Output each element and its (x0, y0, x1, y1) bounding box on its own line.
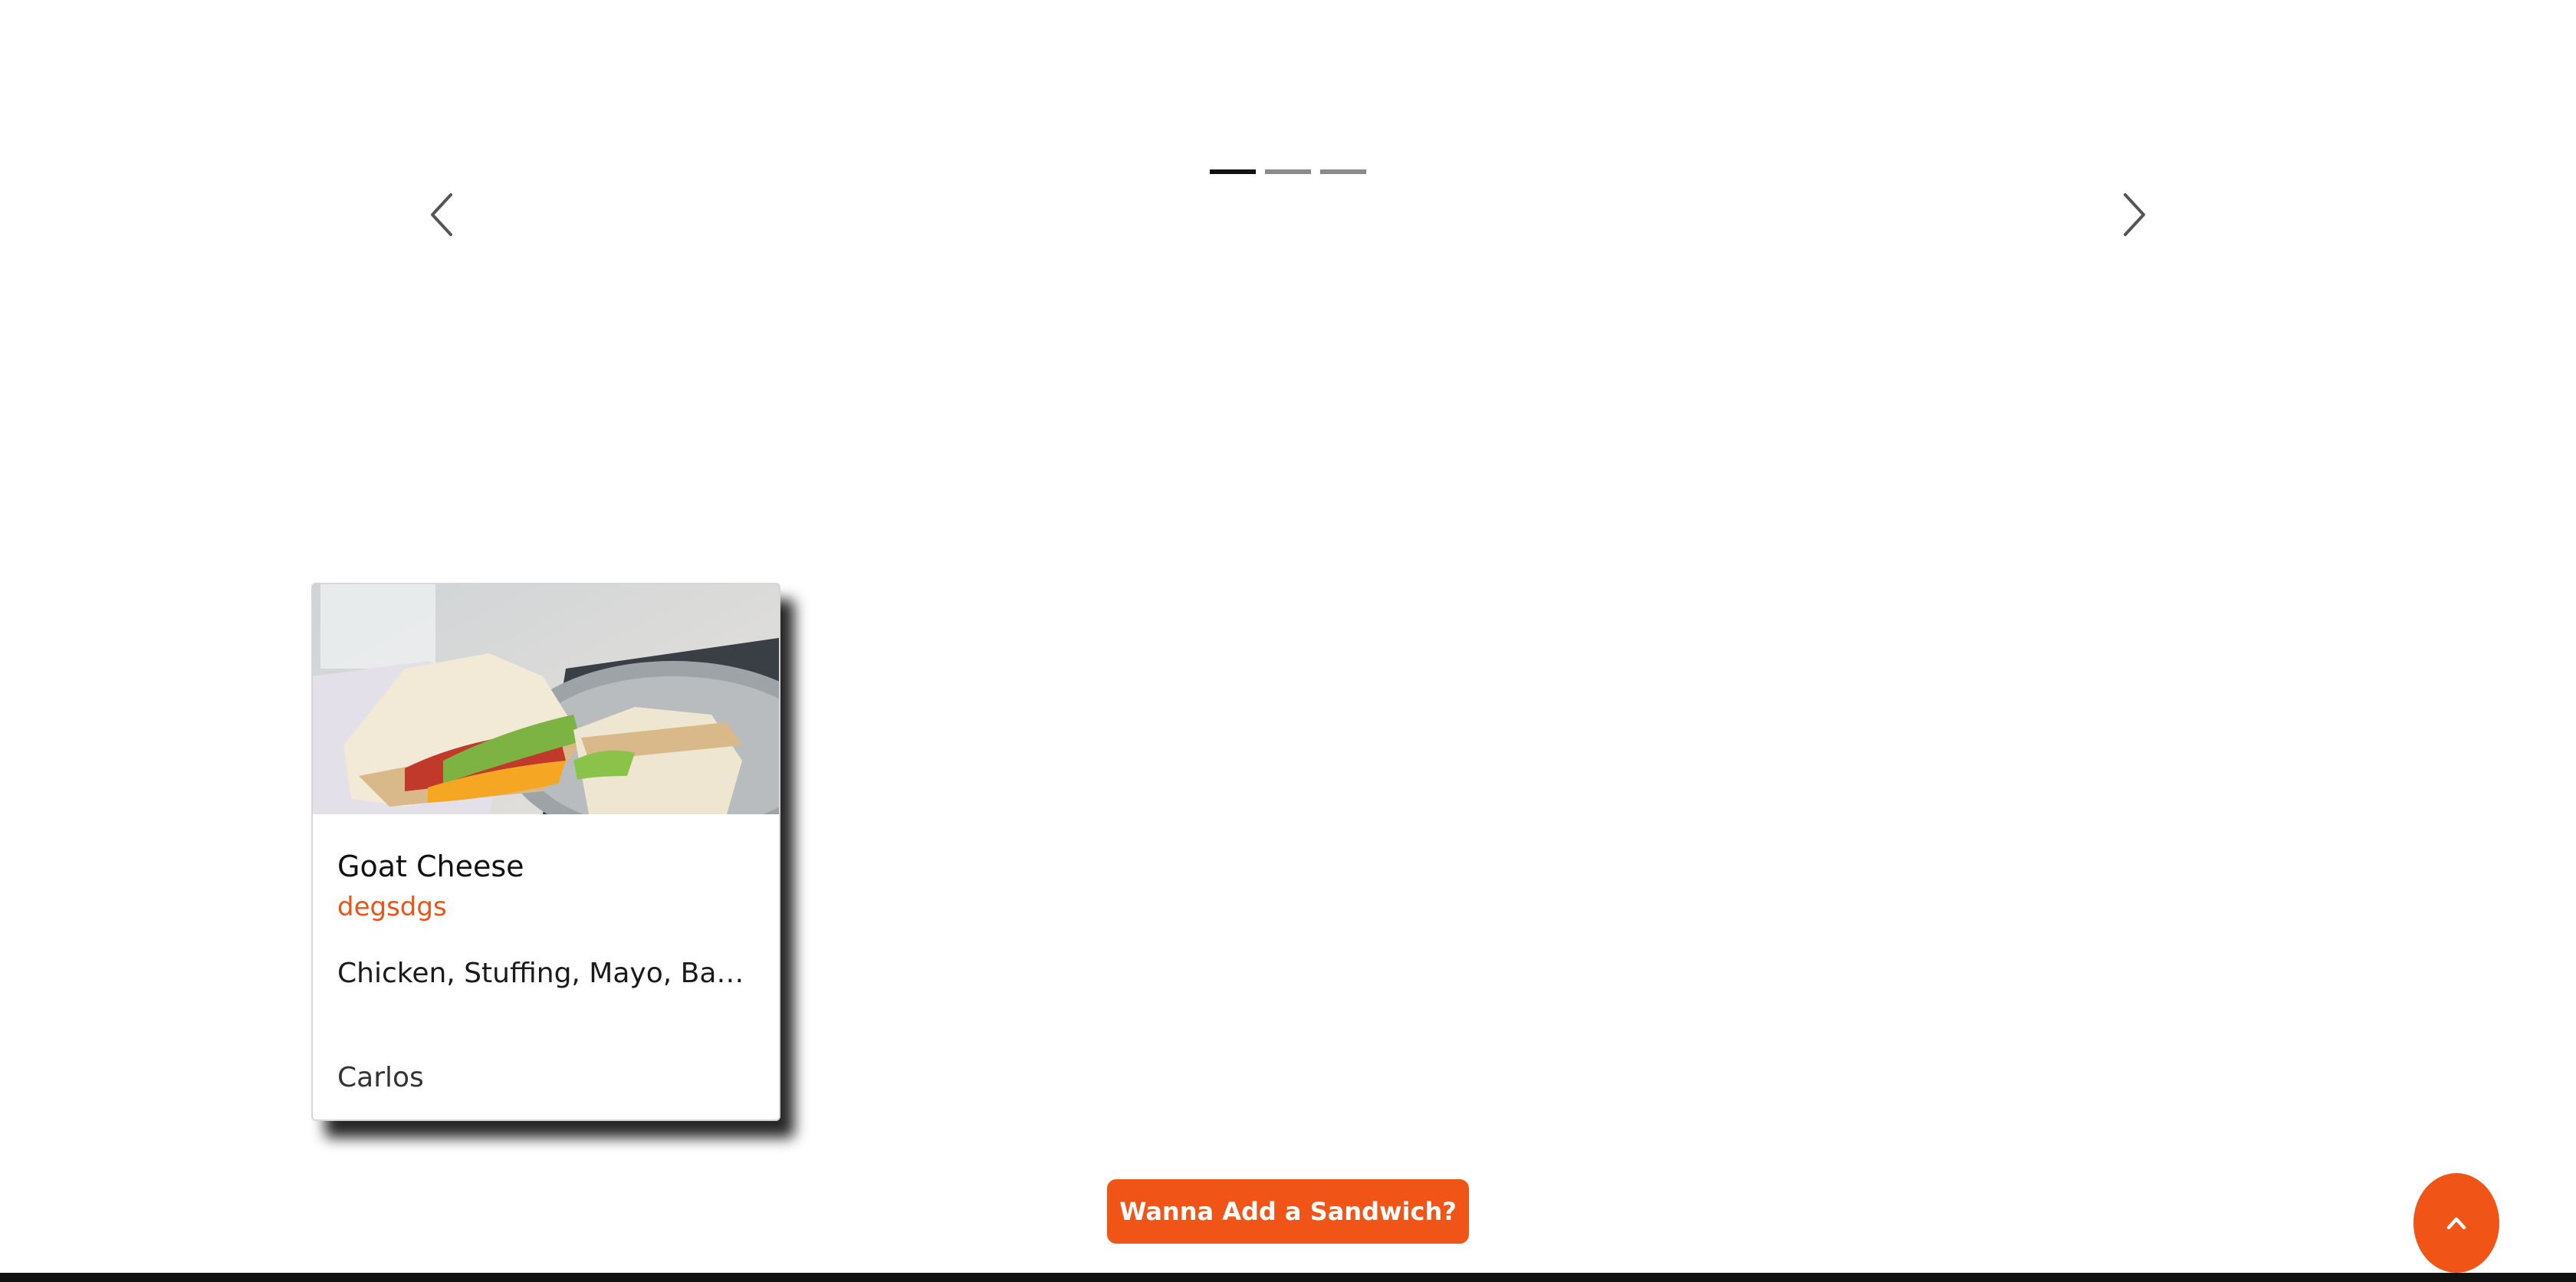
carousel (0, 0, 2576, 429)
sandwich-photo (313, 584, 779, 814)
chevron-left-icon (431, 193, 452, 236)
scroll-to-top-button[interactable] (2413, 1173, 2499, 1273)
add-sandwich-button[interactable]: Wanna Add a Sandwich? (1107, 1179, 1469, 1244)
carousel-indicator-1[interactable] (1210, 169, 1256, 174)
card-body: Goat Cheese degsdgs Chicken, Stuffing, M… (313, 814, 779, 992)
footer-strip (0, 1273, 2576, 1282)
carousel-indicator-3[interactable] (1320, 169, 1366, 174)
sandwich-image (313, 584, 779, 814)
card-author: Carlos (337, 1062, 424, 1093)
sandwich-card[interactable]: Goat Cheese degsdgs Chicken, Stuffing, M… (311, 583, 780, 1121)
chevron-right-icon (2124, 193, 2145, 236)
card-subtitle: degsdgs (337, 892, 447, 922)
carousel-next-button[interactable] (2110, 190, 2156, 239)
carousel-indicator-2[interactable] (1265, 169, 1311, 174)
chevron-up-icon (2446, 1217, 2466, 1230)
page: Goat Cheese degsdgs Chicken, Stuffing, M… (0, 0, 2576, 1282)
carousel-prev-button[interactable] (420, 190, 466, 239)
card-title: Goat Cheese (337, 850, 524, 883)
card-ingredients: Chicken, Stuffing, Mayo, Bac... (337, 958, 754, 989)
carousel-indicators (1210, 169, 1366, 174)
